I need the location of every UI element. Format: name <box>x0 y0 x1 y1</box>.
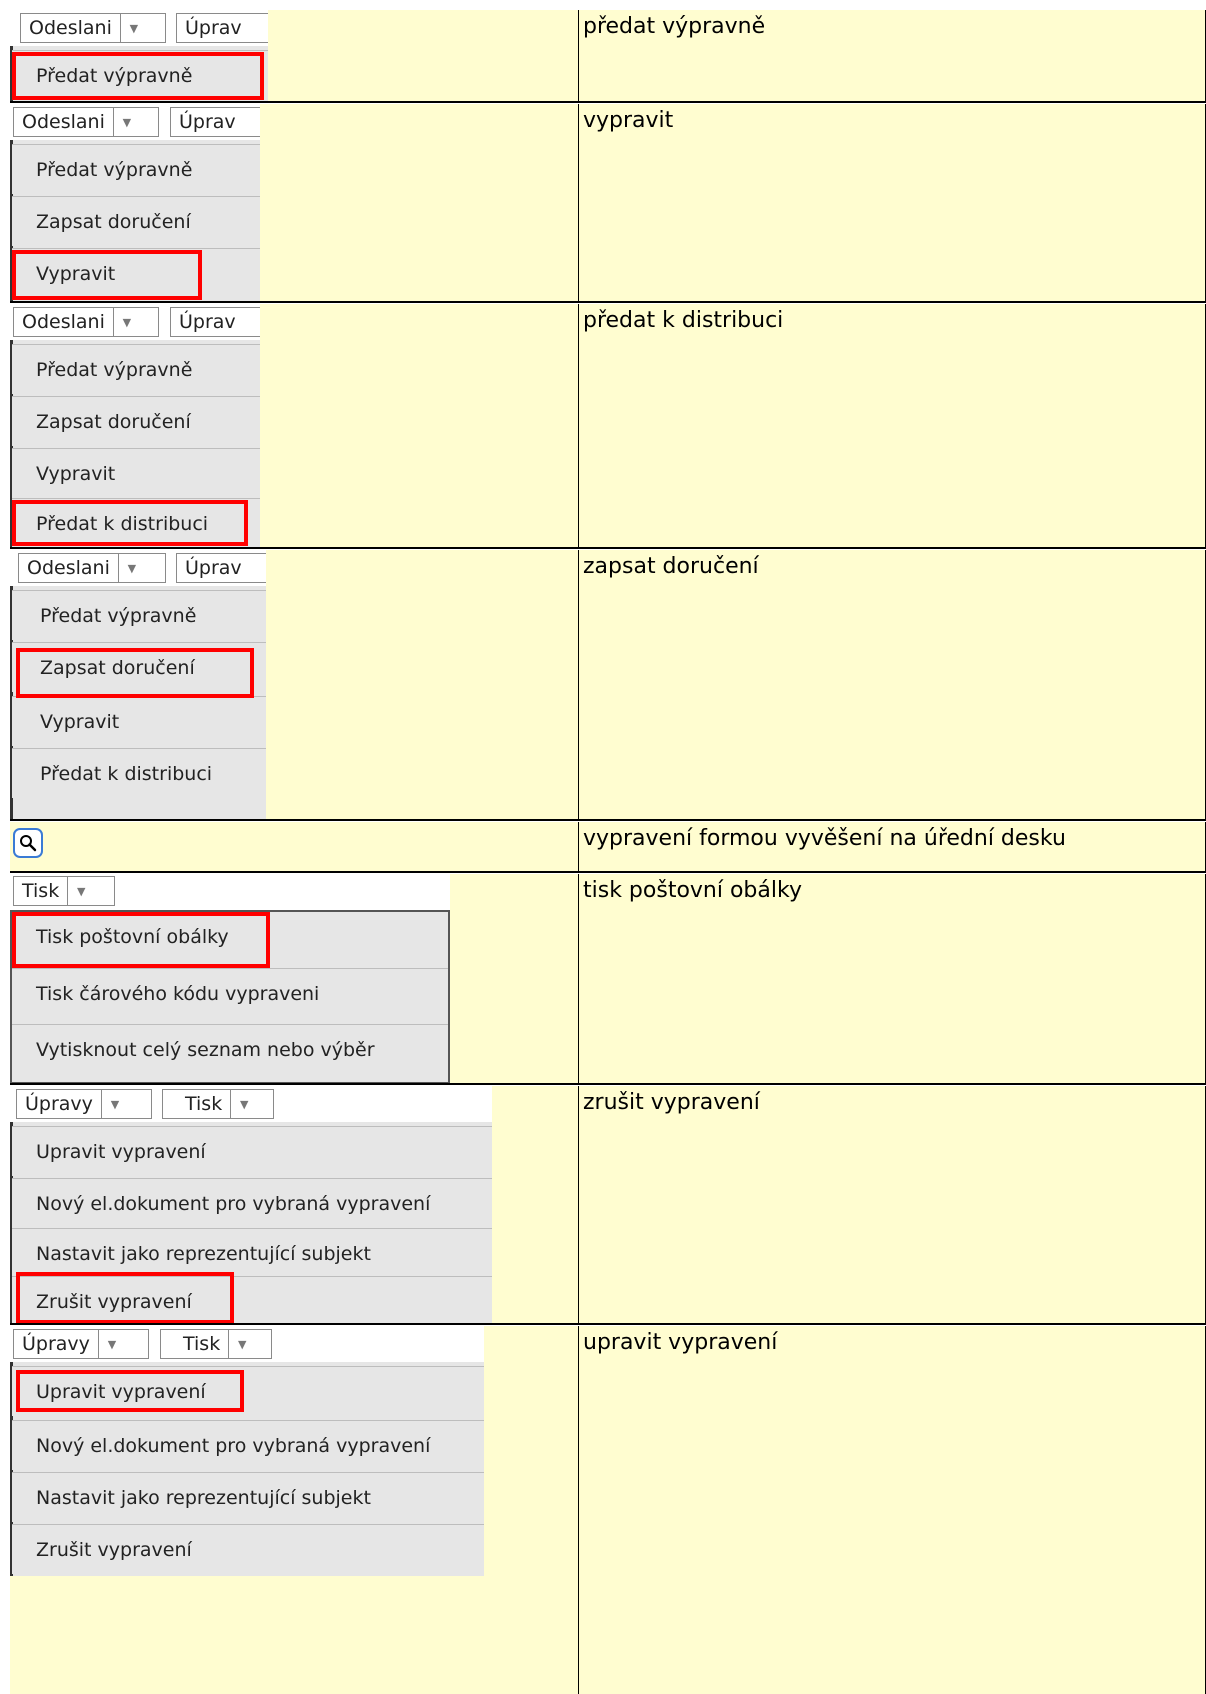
table-row: Odeslani Úprav Předat výpravně předat vý… <box>10 10 1206 103</box>
screenshot-cell: Odeslani Úprav Předat výpravně Zapsat do… <box>10 104 578 302</box>
action-description: předat k distribuci <box>583 308 784 333</box>
odeslani-dropdown-button[interactable]: Odeslani <box>18 553 166 583</box>
upravy-dropdown-button[interactable]: Úpravy <box>13 1329 149 1359</box>
menu-item[interactable]: Předat výpravně <box>12 590 266 640</box>
menu-item[interactable]: Předat výpravně <box>12 50 268 100</box>
chevron-down-icon <box>112 308 140 336</box>
table-row: Tisk Tisk poštovní obálky Tisk čárového … <box>10 874 1206 1085</box>
menu-item[interactable]: Zapsat doručení <box>12 196 260 246</box>
menu-item[interactable]: Vytisknout celý seznam nebo výběr <box>12 1024 448 1074</box>
tisk-dropdown-button[interactable]: Tisk <box>162 1089 274 1119</box>
menu-item[interactable]: Zrušit vypravení <box>12 1524 484 1574</box>
upravy-dropdown-button[interactable]: Úpravy <box>16 1089 152 1119</box>
description-cell: předat k distribuci <box>578 304 1206 548</box>
description-cell: zapsat doručení <box>578 550 1206 820</box>
action-description: upravit vypravení <box>583 1330 778 1355</box>
menu-item[interactable]: Vypravit <box>12 448 260 498</box>
table-row: Úpravy Tisk Upravit vypravení Nový el.do… <box>10 1326 1206 1694</box>
menu-item[interactable]: Upravit vypravení <box>12 1126 492 1176</box>
table-row: Odeslani Úprav Předat výpravně Zapsat do… <box>10 550 1206 821</box>
screenshot-cell: Úpravy Tisk Upravit vypravení Nový el.do… <box>10 1326 578 1694</box>
table-row: Odeslani Úprav Předat výpravně Zapsat do… <box>10 304 1206 549</box>
odeslani-dropdown-button[interactable]: Odeslani <box>13 307 159 337</box>
menu-item[interactable]: Vypravit <box>12 696 266 746</box>
chevron-down-icon <box>112 108 140 136</box>
table-row: vypravení formou vyvěšení na úřední desk… <box>10 822 1206 873</box>
menu-screenshot: Odeslani Úprav Předat výpravně Zapsat do… <box>10 104 260 302</box>
screenshot-cell: Odeslani Úprav Předat výpravně <box>10 10 578 102</box>
menu-item[interactable]: Nový el.dokument pro vybraná vypravení <box>12 1420 484 1470</box>
action-description: zapsat doručení <box>583 554 759 579</box>
chevron-down-icon <box>119 14 147 42</box>
menu-item[interactable]: Předat výpravně <box>12 344 260 394</box>
menu-screenshot: Odeslani Úprav Předat výpravně <box>10 10 268 102</box>
chevron-down-icon <box>100 1090 128 1118</box>
chevron-down-icon <box>228 1330 255 1358</box>
upravy-dropdown-button[interactable]: Úprav <box>170 307 260 337</box>
menu-item[interactable]: Předat k distribuci <box>12 498 260 548</box>
menu-item[interactable]: Upravit vypravení <box>12 1366 484 1416</box>
screenshot-cell: Úpravy Tisk Upravit vypravení Nový el.do… <box>10 1086 578 1324</box>
menu-screenshot: Úpravy Tisk Upravit vypravení Nový el.do… <box>10 1326 484 1576</box>
menu-item[interactable]: Nastavit jako reprezentující subjekt <box>12 1472 484 1522</box>
table-row: Úpravy Tisk Upravit vypravení Nový el.do… <box>10 1086 1206 1325</box>
menu-item[interactable]: Předat výpravně <box>12 144 260 194</box>
chevron-down-icon <box>97 1330 125 1358</box>
description-cell: vypravení formou vyvěšení na úřední desk… <box>578 822 1206 872</box>
menu-screenshot: Odeslani Úprav Předat výpravně Zapsat do… <box>10 550 266 820</box>
menu-screenshot: Odeslani Úprav Předat výpravně Zapsat do… <box>10 304 260 548</box>
chevron-down-icon <box>117 554 145 582</box>
odeslani-dropdown-button[interactable]: Odeslani <box>13 107 159 137</box>
action-description: předat výpravně <box>583 14 766 39</box>
tisk-dropdown-button[interactable]: Tisk <box>160 1329 272 1359</box>
chevron-down-icon <box>230 1090 257 1118</box>
menu-item[interactable]: Zrušit vypravení <box>12 1276 492 1324</box>
menu-item[interactable]: Tisk čárového kódu vypraveni <box>12 968 448 1018</box>
upravy-dropdown-button[interactable]: Úprav <box>176 13 268 43</box>
screenshot-cell: Tisk Tisk poštovní obálky Tisk čárového … <box>10 874 578 1084</box>
menu-item[interactable]: Zapsat doručení <box>12 396 260 446</box>
odeslani-dropdown-button[interactable]: Odeslani <box>20 13 166 43</box>
menu-item[interactable]: Vypravit <box>12 248 260 298</box>
upravy-dropdown-button[interactable]: Úprav <box>170 107 260 137</box>
dropdown-menu: Tisk poštovní obálky Tisk čárového kódu … <box>10 910 450 1084</box>
tisk-dropdown-button[interactable]: Tisk <box>13 876 115 906</box>
menu-item[interactable]: Nastavit jako reprezentující subjekt <box>12 1228 492 1278</box>
description-cell: zrušit vypravení <box>578 1086 1206 1324</box>
upravy-dropdown-button[interactable]: Úprav <box>176 553 266 583</box>
instruction-table: Odeslani Úprav Předat výpravně předat vý… <box>10 10 1206 1694</box>
screenshot-cell: Odeslani Úprav Předat výpravně Zapsat do… <box>10 304 578 548</box>
description-cell: předat výpravně <box>578 10 1206 102</box>
search-icon[interactable] <box>13 828 43 858</box>
menu-item[interactable]: Nový el.dokument pro vybraná vypravení <box>12 1178 492 1228</box>
description-cell: vypravit <box>578 104 1206 302</box>
menu-item[interactable]: Tisk poštovní obálky <box>12 912 448 962</box>
action-description: vypravení formou vyvěšení na úřední desk… <box>583 826 1066 851</box>
menu-item[interactable]: Zapsat doručení <box>12 642 266 692</box>
action-description: zrušit vypravení <box>583 1090 760 1115</box>
screenshot-cell <box>10 822 578 872</box>
action-description: tisk poštovní obálky <box>583 878 802 903</box>
description-cell: tisk poštovní obálky <box>578 874 1206 1084</box>
menu-item[interactable]: Předat k distribuci <box>12 748 266 798</box>
menu-screenshot: Tisk Tisk poštovní obálky Tisk čárového … <box>10 874 450 1084</box>
description-cell: upravit vypravení <box>578 1326 1206 1694</box>
chevron-down-icon <box>67 877 94 905</box>
menu-screenshot: Úpravy Tisk Upravit vypravení Nový el.do… <box>10 1086 492 1324</box>
action-description: vypravit <box>583 108 674 133</box>
table-row: Odeslani Úprav Předat výpravně Zapsat do… <box>10 104 1206 303</box>
screenshot-cell: Odeslani Úprav Předat výpravně Zapsat do… <box>10 550 578 820</box>
